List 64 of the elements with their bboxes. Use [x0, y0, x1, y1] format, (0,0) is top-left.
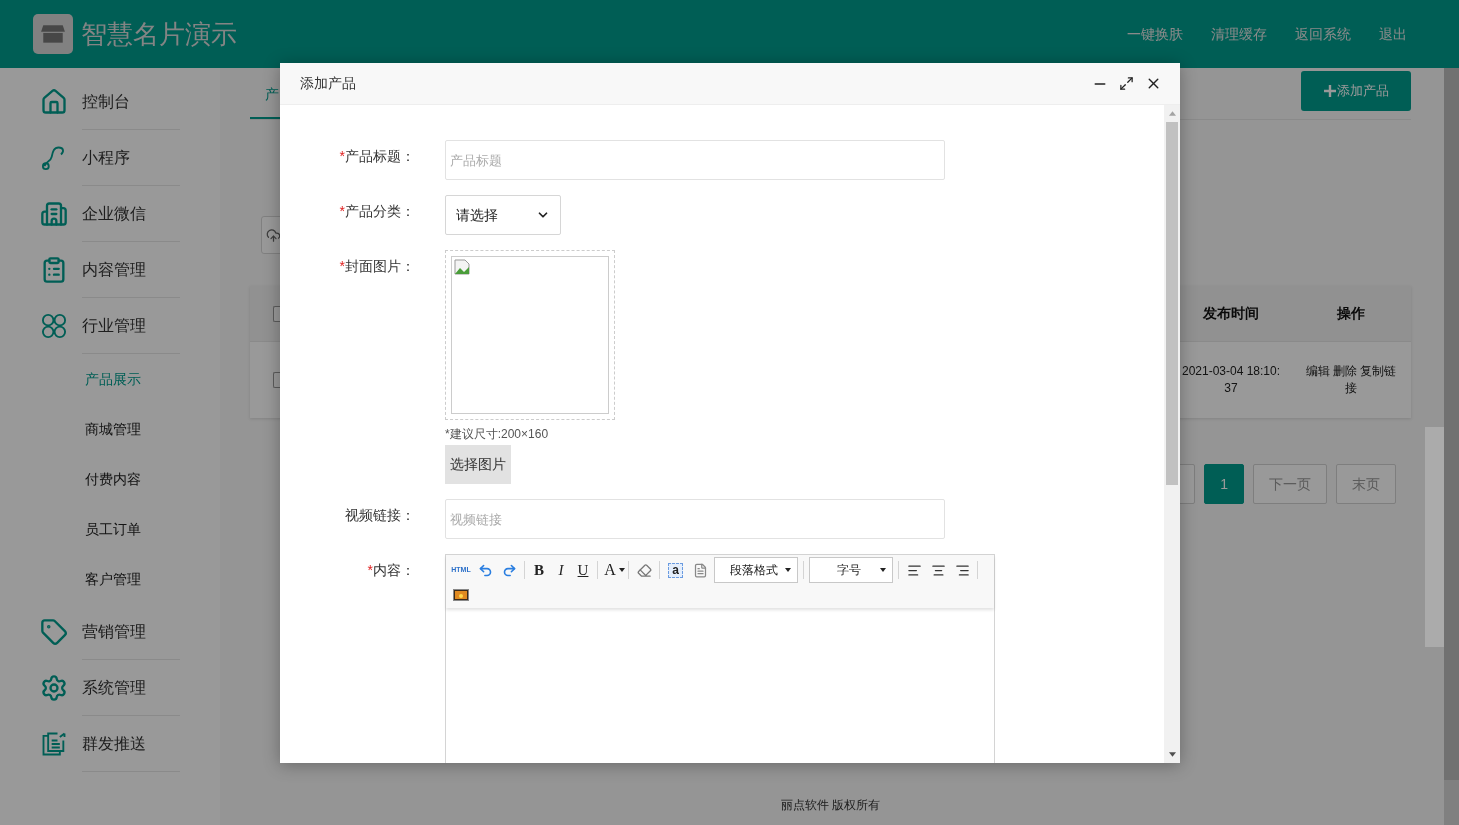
- building-icon: [40, 200, 68, 228]
- sidebar-subitem[interactable]: 员工订单: [85, 518, 141, 540]
- align-right-icon[interactable]: [954, 562, 970, 578]
- table-cell[interactable]: 编辑 删除 复制链接: [1303, 363, 1399, 397]
- redo-icon[interactable]: [501, 562, 517, 578]
- page-scrollbar[interactable]: [1444, 68, 1459, 825]
- field-label: *产品标题：: [339, 147, 415, 166]
- dropdown[interactable]: 字号: [809, 557, 893, 583]
- align-left-icon[interactable]: [906, 562, 922, 578]
- footer-text: 丽点软件 版权所有: [780, 797, 881, 814]
- documents-icon: [40, 730, 68, 758]
- sidebar-subitem[interactable]: 商城管理: [85, 418, 141, 440]
- choose-image-button[interactable]: 选择图片: [445, 445, 511, 484]
- sidebar-item[interactable]: 系统管理: [82, 675, 146, 700]
- field-label: *产品分类：: [339, 202, 415, 221]
- maximize-icon[interactable]: [1119, 76, 1134, 91]
- settings-icon: [40, 674, 68, 702]
- four-circles-icon: [40, 312, 68, 340]
- align-center-icon[interactable]: [930, 562, 946, 578]
- upload-icon: [266, 227, 281, 243]
- sidebar-item[interactable]: 行业管理: [82, 313, 146, 338]
- scrollbar[interactable]: [1164, 105, 1180, 763]
- scroll-up-arrow-icon[interactable]: [1168, 111, 1176, 116]
- checkbox[interactable]: [273, 372, 280, 388]
- scroll-down-arrow-icon[interactable]: [1168, 752, 1176, 757]
- tag-icon: [40, 618, 68, 646]
- caret-icon: [785, 568, 791, 572]
- plus-icon: [1323, 85, 1336, 97]
- broken-image-icon: [454, 259, 470, 275]
- home-icon: [40, 88, 68, 116]
- eraser-icon[interactable]: [636, 562, 652, 578]
- font-color-button[interactable]: A: [601, 559, 619, 581]
- text-field[interactable]: 产品标题: [445, 140, 945, 180]
- caret-icon: [880, 568, 886, 572]
- logo-icon: [33, 14, 73, 54]
- app-title: 智慧名片演示: [81, 17, 238, 51]
- format-button[interactable]: U: [572, 559, 594, 581]
- column-header: 发布时间: [1203, 304, 1259, 323]
- field-label: *封面图片：: [339, 257, 415, 276]
- text-field[interactable]: 视频链接: [445, 499, 945, 539]
- sidebar-item[interactable]: 企业微信: [82, 201, 146, 226]
- format-button[interactable]: B: [528, 559, 550, 581]
- sidebar-item[interactable]: 小程序: [82, 145, 130, 170]
- format-button[interactable]: I: [550, 559, 572, 581]
- table-cell: 2021-03-04 18:10:37: [1180, 363, 1282, 397]
- undo-icon[interactable]: [477, 562, 493, 578]
- sidebar-item[interactable]: 群发推送: [82, 731, 146, 756]
- checkbox[interactable]: [273, 305, 280, 322]
- dropdown[interactable]: 段落格式: [714, 557, 798, 583]
- select-field[interactable]: 请选择: [445, 195, 561, 235]
- sidebar-subitem[interactable]: 付费内容: [85, 468, 141, 490]
- image-icon[interactable]: [453, 589, 469, 601]
- sidebar-item[interactable]: 营销管理: [82, 619, 146, 644]
- field-label: *内容：: [367, 561, 415, 580]
- sidebar-subitem[interactable]: 客户管理: [85, 568, 141, 590]
- column-header: 操作: [1337, 304, 1365, 323]
- hint-text: *建议尺寸:200×160: [445, 426, 550, 443]
- caret-icon: [619, 568, 625, 572]
- anchor-button[interactable]: a: [668, 562, 683, 578]
- field-label: 视频链接：: [345, 506, 415, 525]
- page-icon[interactable]: [692, 562, 708, 578]
- dialog-title: 添加产品: [300, 74, 357, 93]
- sidebar-item[interactable]: 控制台: [82, 89, 130, 114]
- sidebar-item[interactable]: 内容管理: [82, 257, 146, 282]
